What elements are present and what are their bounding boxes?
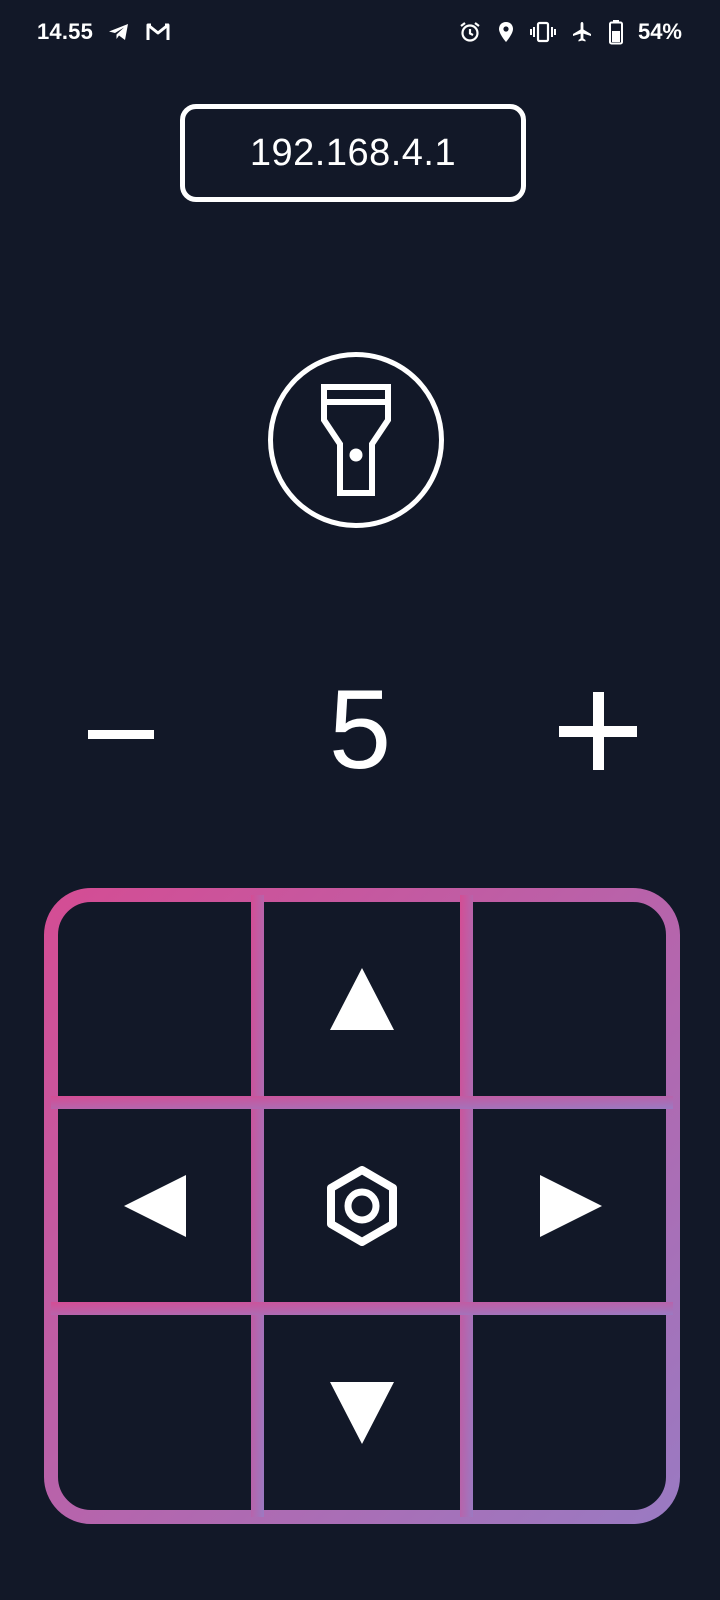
stop-button[interactable]: [264, 1109, 460, 1302]
flashlight-icon: [321, 384, 391, 496]
arrow-down-icon: [330, 1381, 394, 1444]
speed-value: 5: [328, 667, 392, 792]
location-icon: [496, 20, 516, 44]
status-right: 54%: [458, 17, 682, 47]
alarm-icon: [458, 20, 482, 44]
vibrate-icon: [529, 20, 556, 44]
dpad: [58, 902, 668, 1510]
dpad-cell-top-right: [473, 902, 668, 1096]
arrow-right-icon: [539, 1174, 602, 1237]
status-bar: 14.55 54%: [0, 0, 720, 64]
ip-address-field[interactable]: 192.168.4.1: [180, 104, 526, 202]
increase-speed-button[interactable]: [555, 688, 641, 774]
status-left: 14.55: [37, 17, 171, 47]
dpad-cell-bottom-right: [473, 1315, 668, 1510]
move-up-button[interactable]: [264, 902, 460, 1096]
speed-control: 5: [0, 660, 720, 800]
arrow-left-icon: [123, 1174, 186, 1237]
move-left-button[interactable]: [58, 1109, 251, 1302]
telegram-icon: [107, 20, 131, 44]
minus-icon: [88, 730, 154, 739]
hex-nut-icon: [326, 1165, 398, 1246]
move-down-button[interactable]: [264, 1315, 460, 1510]
airplane-icon: [570, 20, 594, 44]
arrow-up-icon: [330, 968, 394, 1030]
decrease-speed-button[interactable]: [80, 690, 160, 770]
battery-icon: [608, 19, 624, 45]
dpad-cell-top-left: [58, 902, 251, 1096]
gmail-icon: [145, 21, 171, 43]
status-time: 14.55: [37, 19, 94, 44]
flashlight-button[interactable]: [268, 352, 444, 528]
battery-percent: 54%: [637, 19, 682, 44]
ip-address-text: 192.168.4.1: [249, 131, 457, 174]
dpad-cell-bottom-left: [58, 1315, 251, 1510]
move-right-button[interactable]: [473, 1109, 668, 1302]
app-screen: 14.55 54% 192.168.4.1 5: [0, 0, 720, 1600]
